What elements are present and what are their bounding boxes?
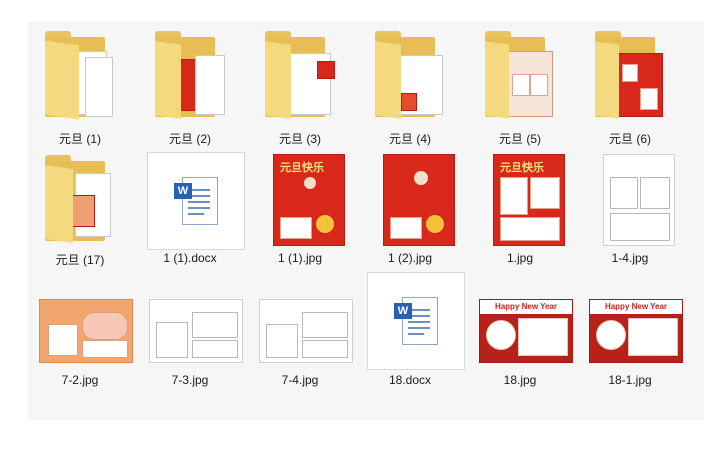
thumbnail-frame: W xyxy=(367,272,465,370)
folder-item[interactable]: 元旦 (3) xyxy=(245,26,355,151)
file-name: 1 (1).docx xyxy=(163,251,217,265)
word-document-icon: W xyxy=(174,177,218,227)
image-thumbnail: 元旦快乐 xyxy=(493,154,565,246)
file-name: 元旦 (1) xyxy=(58,132,101,146)
jpg-file-item[interactable]: 1 (2).jpg xyxy=(355,150,465,275)
docx-file-item[interactable]: W 18.docx xyxy=(355,272,465,397)
image-thumbnail xyxy=(259,299,353,363)
file-name: 1 (2).jpg xyxy=(387,251,433,265)
thumbnail-frame: W xyxy=(147,152,245,250)
jpg-file-item[interactable]: 元旦快乐 1.jpg xyxy=(465,150,575,275)
image-thumbnail: Happy New Year xyxy=(479,299,573,363)
folder-item[interactable]: 元旦 (6) xyxy=(575,26,685,151)
jpg-file-item[interactable]: 7-2.jpg xyxy=(25,272,135,397)
folder-item[interactable]: 元旦 (5) xyxy=(465,26,575,151)
image-thumbnail xyxy=(149,299,243,363)
file-name: 7-2.jpg xyxy=(61,373,99,387)
word-document-icon: W xyxy=(394,297,438,347)
docx-file-item[interactable]: W 1 (1).docx xyxy=(135,150,245,275)
folder-item[interactable]: 元旦 (2) xyxy=(135,26,245,151)
file-name: 18.docx xyxy=(388,373,432,387)
image-thumbnail xyxy=(39,299,133,363)
file-name: 1 (1).jpg xyxy=(277,251,323,265)
image-thumbnail: Happy New Year xyxy=(589,299,683,363)
jpg-file-item[interactable]: 元旦快乐 1 (1).jpg xyxy=(245,150,355,275)
file-name: 7-4.jpg xyxy=(281,373,319,387)
folder-icon xyxy=(485,31,555,121)
file-name: 元旦 (6) xyxy=(608,132,651,146)
file-name: 1.jpg xyxy=(506,251,534,265)
folder-icon xyxy=(45,31,115,121)
jpg-file-item[interactable]: 1-4.jpg xyxy=(575,150,685,275)
folder-icon xyxy=(375,31,445,121)
file-name: 元旦 (3) xyxy=(278,132,321,146)
folder-icon xyxy=(595,31,665,121)
file-name: 18-1.jpg xyxy=(608,373,652,387)
folder-item[interactable]: 元旦 (4) xyxy=(355,26,465,151)
jpg-file-item[interactable]: 7-3.jpg xyxy=(135,272,245,397)
folder-icon xyxy=(45,155,115,245)
file-name: 7-3.jpg xyxy=(171,373,209,387)
file-name: 元旦 (17) xyxy=(55,253,105,267)
folder-icon xyxy=(155,31,225,121)
file-name: 元旦 (5) xyxy=(498,132,541,146)
jpg-file-item[interactable]: Happy New Year 18.jpg xyxy=(465,272,575,397)
jpg-file-item[interactable]: Happy New Year 18-1.jpg xyxy=(575,272,685,397)
jpg-file-item[interactable]: 7-4.jpg xyxy=(245,272,355,397)
file-name: 18.jpg xyxy=(503,373,537,387)
file-name: 元旦 (2) xyxy=(168,132,211,146)
image-thumbnail xyxy=(383,154,455,246)
file-name: 1-4.jpg xyxy=(611,251,649,265)
image-thumbnail: 元旦快乐 xyxy=(273,154,345,246)
folder-item[interactable]: 元旦 (17) xyxy=(25,150,135,275)
image-thumbnail xyxy=(603,154,675,246)
file-name: 元旦 (4) xyxy=(388,132,431,146)
folder-icon xyxy=(265,31,335,121)
folder-item[interactable]: 元旦 (1) xyxy=(25,26,135,151)
